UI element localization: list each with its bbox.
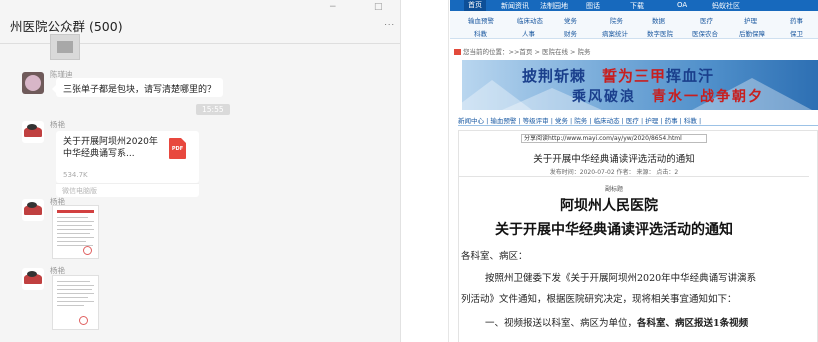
document-image-thumbnail[interactable] bbox=[52, 275, 99, 330]
article-panel: 分享阅读http://www.mayi.com/ay/yw/2020/8654.… bbox=[458, 130, 818, 342]
sender-name: 杨艳 bbox=[50, 120, 65, 129]
maximize-button[interactable]: □ bbox=[374, 2, 383, 12]
paragraph-1-line-1: 按照州卫健委下发《关于开展阿坝州2020年中华经典诵写讲演系 bbox=[485, 273, 757, 284]
hero-banner: 披荆斩棘 誓为三甲挥血汗 乘风破浪 青水一战争朝夕 bbox=[462, 60, 818, 110]
breadcrumb-text[interactable]: 您当前的位置：>>首页 > 医院在线 > 院务 bbox=[463, 48, 591, 56]
chat-window: 州医院公众群 (500) − □ ... 陈瑾迪 三张单子都是包块，请写清楚哪里… bbox=[0, 0, 401, 342]
avatar[interactable] bbox=[22, 72, 44, 94]
breadcrumb: 您当前的位置：>>首页 > 医院在线 > 院务 bbox=[454, 46, 591, 56]
subnav-item[interactable]: 科教 bbox=[474, 28, 487, 38]
salutation: 各科室、病区： bbox=[461, 251, 528, 262]
paragraph-1-line-2: 列活动》文件通知，根据医院研究决定，现将相关事宜通知如下： bbox=[461, 294, 737, 305]
subtitle-label: 副标题 bbox=[604, 186, 623, 193]
subnav-item[interactable]: 院务 bbox=[610, 15, 623, 25]
shared-image-thumbnail[interactable] bbox=[50, 34, 80, 60]
paragraph-2: 一、视频报送以科室、病区为单位，各科室、病区报送1条视频 bbox=[485, 318, 749, 329]
avatar[interactable] bbox=[22, 199, 44, 221]
subnav-item[interactable]: 党务 bbox=[564, 15, 577, 25]
notice-title: 关于开展中华经典诵读评选活动的通知 bbox=[495, 222, 733, 238]
subnav-item[interactable]: 医保农合 bbox=[692, 28, 718, 38]
file-message-card[interactable]: 关于开展阿坝州2020年中华经典诵写系... 534.7K PDF bbox=[56, 131, 199, 183]
minimize-button[interactable]: − bbox=[329, 2, 337, 12]
more-options-icon[interactable]: ... bbox=[384, 18, 395, 27]
subnav-item[interactable]: 后勤保障 bbox=[739, 28, 765, 38]
banner-slogan-2: 乘风破浪 青水一战争朝夕 bbox=[572, 89, 764, 105]
browser-page: 首页 新闻资讯 法制园地 图话 下载 OA 蚂蚁社区 输血预警 临床动态 党务 … bbox=[450, 0, 818, 342]
share-url-field[interactable]: 分享阅读http://www.mayi.com/ay/yw/2020/8654.… bbox=[521, 134, 707, 143]
subnav-item[interactable]: 病案统计 bbox=[602, 28, 628, 38]
nav-community[interactable]: 蚂蚁社区 bbox=[712, 1, 740, 11]
subnav-item[interactable]: 数据 bbox=[652, 15, 665, 25]
subnav-item[interactable]: 人事 bbox=[522, 28, 535, 38]
document-image-thumbnail[interactable] bbox=[52, 205, 99, 259]
message-bubble[interactable]: 三张单子都是包块，请写清楚哪里的？ bbox=[51, 78, 224, 97]
category-bar[interactable]: 新闻中心 | 输血预警 | 等级评审 | 党务 | 院务 | 临床动态 | 医疗… bbox=[458, 114, 818, 126]
file-size: 534.7K bbox=[63, 171, 88, 179]
file-source-label: 微信电脑版 bbox=[56, 183, 199, 197]
article-meta: 发布时间：2020-07-02 作者： 来源： 点击：2 bbox=[549, 169, 679, 176]
nav-law[interactable]: 法制园地 bbox=[540, 1, 568, 11]
panel-divider bbox=[448, 0, 449, 342]
subnav-item[interactable]: 财务 bbox=[564, 28, 577, 38]
avatar[interactable] bbox=[22, 268, 44, 290]
nav-oa[interactable]: OA bbox=[677, 1, 687, 9]
pdf-file-icon: PDF bbox=[169, 138, 186, 159]
file-name: 关于开展阿坝州2020年中华经典诵写系... bbox=[63, 137, 158, 159]
nav-news[interactable]: 新闻资讯 bbox=[501, 1, 529, 11]
subnav-item[interactable]: 医疗 bbox=[700, 15, 713, 25]
timestamp: 15:55 bbox=[196, 104, 230, 115]
avatar[interactable] bbox=[22, 121, 44, 143]
subnav-item[interactable]: 输血预警 bbox=[468, 15, 494, 25]
divider bbox=[459, 176, 809, 177]
subnav-item[interactable]: 保卫 bbox=[790, 28, 803, 38]
sub-navigation: 输血预警 临床动态 党务 院务 数据 医疗 护理 药事 科教 人事 财务 病案统… bbox=[450, 11, 818, 39]
nav-pictures[interactable]: 图话 bbox=[586, 1, 600, 11]
subnav-item[interactable]: 药事 bbox=[790, 15, 803, 25]
nav-home[interactable]: 首页 bbox=[464, 0, 486, 11]
top-navigation: 首页 新闻资讯 法制园地 图话 下载 OA 蚂蚁社区 bbox=[450, 0, 818, 11]
hospital-name: 阿坝州人民医院 bbox=[560, 198, 658, 214]
subnav-item[interactable]: 临床动态 bbox=[517, 15, 543, 25]
article-title: 关于开展中华经典诵读评选活动的通知 bbox=[533, 154, 695, 165]
nav-download[interactable]: 下载 bbox=[630, 1, 644, 11]
location-flag-icon bbox=[454, 49, 461, 55]
banner-slogan-1: 披荆斩棘 誓为三甲挥血汗 bbox=[522, 67, 715, 85]
chat-title: 州医院公众群 (500) bbox=[10, 19, 123, 34]
subnav-item[interactable]: 护理 bbox=[744, 15, 757, 25]
subnav-item[interactable]: 数字医院 bbox=[647, 28, 673, 38]
